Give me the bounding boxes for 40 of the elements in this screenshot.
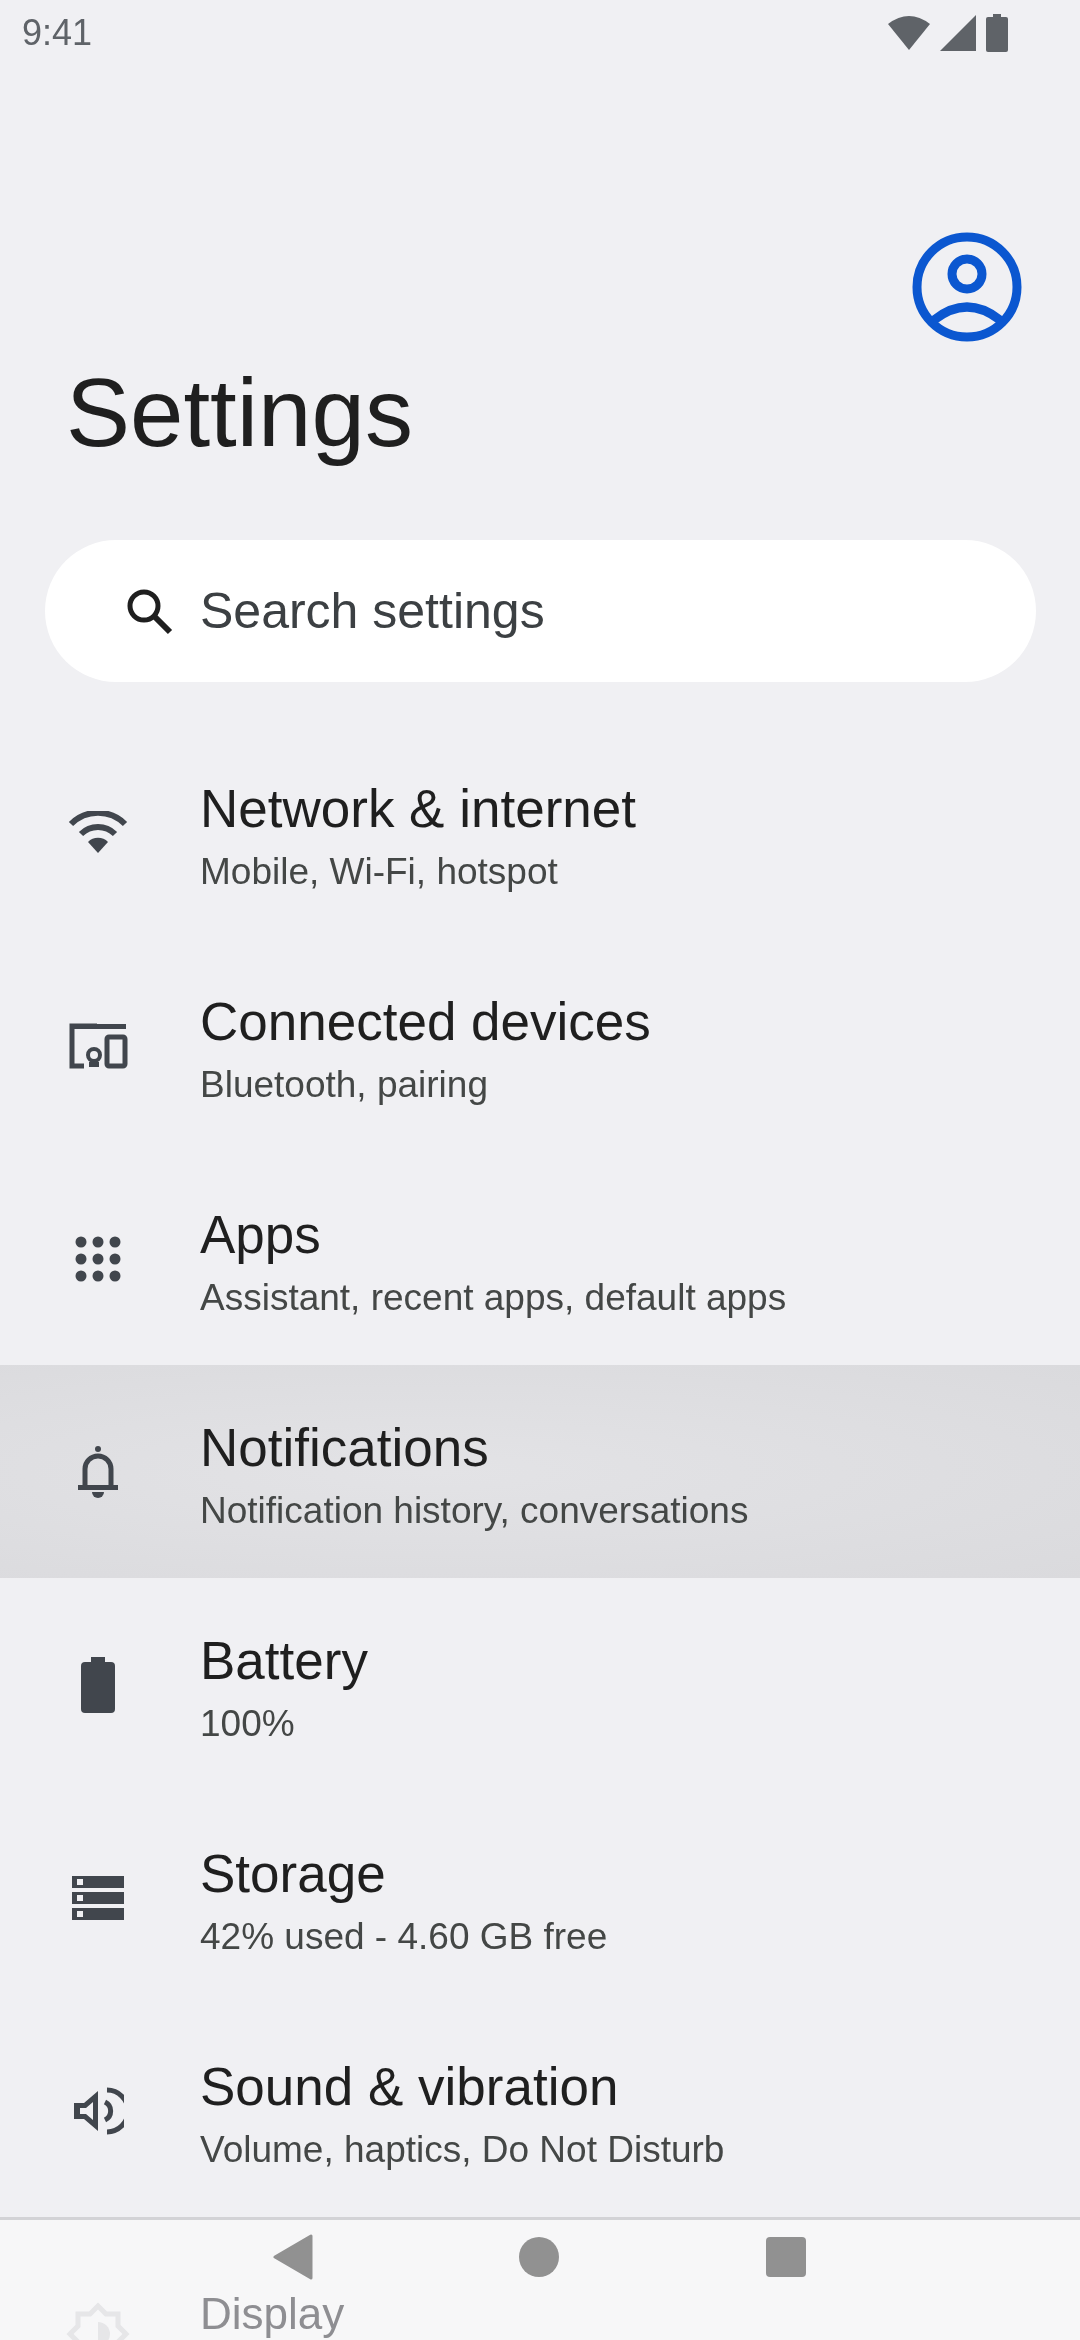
cell-signal-icon <box>940 15 976 51</box>
item-subtitle: Mobile, Wi-Fi, hotspot <box>200 850 559 894</box>
wifi-signal-icon <box>888 16 930 50</box>
item-title: Apps <box>200 1204 322 1266</box>
item-title: Notifications <box>200 1417 490 1479</box>
settings-item[interactable]: Sound & vibration Volume, haptics, Do Not Disturb <box>0 2004 1080 2217</box>
item-title: Storage <box>200 1843 387 1905</box>
item-title: Display <box>200 2288 345 2340</box>
item-subtitle: Assistant, recent apps, default apps <box>200 1276 787 1320</box>
item-title: Sound & vibration <box>200 2056 620 2118</box>
recents-button[interactable] <box>765 2236 808 2278</box>
wifi-icon <box>68 810 128 855</box>
settings-item[interactable]: Network & internet Mobile, Wi-Fi, hotspot <box>0 726 1080 939</box>
bell-icon <box>76 1444 120 1499</box>
settings-item[interactable]: Storage 42% used - 4.60 GB free <box>0 1791 1080 2004</box>
item-subtitle: 42% used - 4.60 GB free <box>200 1915 608 1959</box>
home-button[interactable] <box>518 2236 560 2278</box>
item-title: Connected devices <box>200 991 651 1053</box>
battery-status-icon <box>986 14 1008 52</box>
battery-icon <box>81 1656 115 1713</box>
storage-icon <box>72 1875 124 1920</box>
account-button[interactable] <box>912 232 1022 342</box>
item-subtitle: 100% <box>200 1702 296 1746</box>
search-field[interactable]: Search settings <box>45 540 1036 682</box>
settings-item[interactable]: Apps Assistant, recent apps, default apps <box>0 1152 1080 1365</box>
status-time: 9:41 <box>22 12 93 54</box>
devices-icon <box>67 1022 129 1069</box>
item-subtitle: Bluetooth, pairing <box>200 1063 489 1107</box>
back-button[interactable] <box>272 2234 313 2280</box>
item-subtitle: Volume, haptics, Do Not Disturb <box>200 2128 725 2172</box>
item-title: Network & internet <box>200 778 636 840</box>
apps-grid-icon <box>75 1235 121 1282</box>
settings-item[interactable]: Battery 100% <box>0 1578 1080 1791</box>
speaker-icon <box>72 2086 124 2135</box>
item-title: Battery <box>200 1630 368 1692</box>
search-icon <box>125 587 173 635</box>
item-subtitle: Notification history, conversations <box>200 1489 749 1533</box>
settings-item[interactable]: Connected devices Bluetooth, pairing <box>0 939 1080 1152</box>
settings-item[interactable]: Notifications Notification history, conversations <box>0 1365 1080 1578</box>
page-title: Settings <box>65 358 414 468</box>
